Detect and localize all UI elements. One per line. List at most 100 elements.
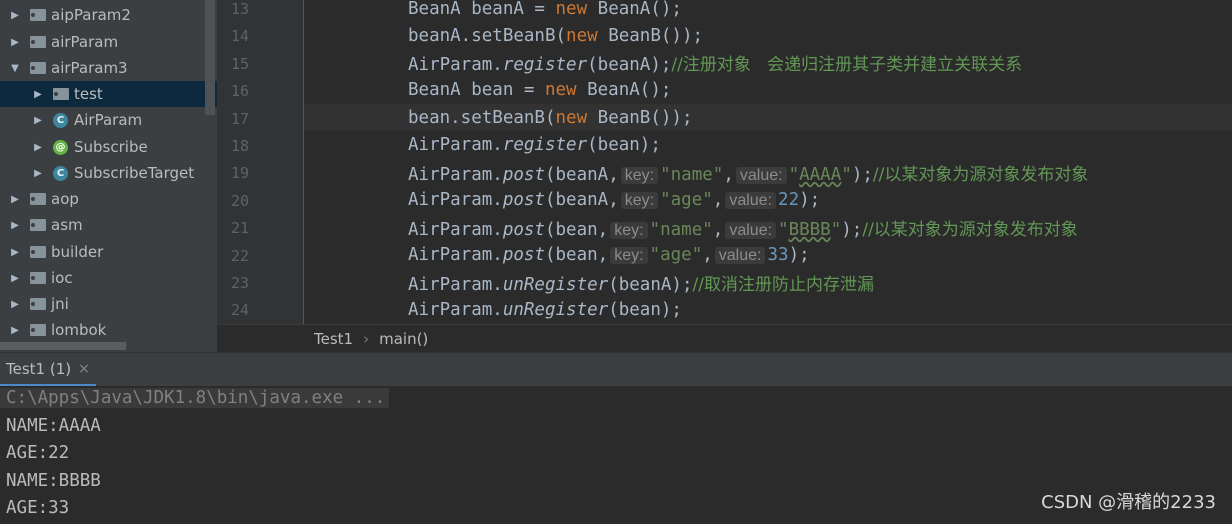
run-tab-bar: Test1 (1) × [0, 352, 1232, 387]
tree-item-subscribetarget[interactable]: ▶ C SubscribeTarget [0, 160, 217, 186]
package-folder-icon [30, 9, 46, 21]
tree-item-label: aipParam2 [51, 6, 131, 24]
code-line[interactable]: AirParam.post(beanA, key: "name", value: "AA… [304, 159, 1232, 186]
tree-item-airparam3[interactable]: ▼ airParam3 [0, 55, 217, 81]
code-line[interactable]: BeanA bean = new BeanA(); [304, 76, 1232, 103]
chevron-right-icon[interactable]: ▶ [33, 115, 43, 126]
code-token: (beanA); [608, 275, 693, 295]
tree-item-label: jni [51, 295, 69, 313]
chevron-right-icon[interactable]: ▶ [10, 247, 20, 258]
chevron-right-icon[interactable]: ▶ [10, 220, 20, 231]
code-line[interactable]: AirParam.register(beanA);//注册对象 会递归注册其子类… [304, 49, 1232, 76]
tree-item-lombok[interactable]: ▶ lombok [0, 317, 217, 343]
run-tab-test1[interactable]: Test1 (1) × [0, 353, 96, 387]
console-output-line: AGE:22 [6, 443, 70, 463]
breadcrumb-separator: › [363, 330, 370, 348]
tree-item-aop[interactable]: ▶ aop [0, 186, 217, 212]
tree-item-jni[interactable]: ▶ jni [0, 291, 217, 317]
tree-item-label: airParam3 [51, 59, 128, 77]
code-token: , [723, 165, 734, 185]
code-line[interactable]: BeanA beanA = new BeanA(); [304, 0, 1232, 22]
code-token: AirParam. [408, 220, 503, 240]
code-token: BeanB()); [587, 107, 693, 128]
breadcrumb-method[interactable]: main() [379, 330, 428, 348]
package-folder-icon [30, 219, 46, 231]
code-token: bean.setBeanB( [408, 107, 556, 128]
string-token: BBBB [788, 220, 831, 240]
code-token: BeanB()); [597, 25, 704, 46]
console-output-line: AGE:33 [6, 498, 70, 518]
watermark: CSDN @滑稽的2233 [1041, 492, 1216, 513]
string-token: " [841, 165, 852, 185]
chevron-right-icon[interactable]: ▶ [10, 299, 20, 310]
chevron-right-icon[interactable]: ▶ [10, 273, 20, 284]
chevron-right-icon[interactable]: ▶ [33, 89, 43, 100]
code-token: BeanA beanA = [408, 0, 556, 19]
code-line[interactable]: AirParam.post(bean, key: "name", value: "BBB… [304, 214, 1232, 241]
code-token: ); [851, 165, 873, 185]
code-token: AirParam. [408, 134, 503, 155]
tree-vertical-scrollbar[interactable] [205, 0, 215, 115]
console-command-line[interactable]: C:\Apps\Java\JDK1.8\bin\java.exe ... [0, 388, 390, 408]
tree-item-label: test [74, 85, 103, 103]
number-token: 22 [778, 189, 800, 210]
method-token: unRegister [502, 275, 609, 295]
method-token: post [502, 220, 545, 240]
tree-item-aipparam2[interactable]: ▶ aipParam2 [0, 2, 217, 28]
string-token: " [788, 165, 800, 185]
code-token: BeanA(); [576, 79, 672, 100]
code-line[interactable]: AirParam.unRegister(beanA);//取消注册防止内存泄漏 [304, 269, 1232, 296]
tree-item-airparam-class[interactable]: ▶ C AirParam [0, 107, 217, 133]
breadcrumb: Test1 › main() [217, 324, 1232, 353]
code-token: (bean, [544, 244, 609, 265]
chevron-right-icon[interactable]: ▶ [33, 142, 43, 153]
code-line[interactable]: AirParam.unRegister(bean); [304, 296, 1232, 323]
line-number: 23 [230, 274, 249, 292]
code-line[interactable]: AirParam.post(beanA, key: "age", value: 22); [304, 186, 1232, 213]
code-token: AirParam. [408, 189, 503, 210]
string-token: "age" [649, 244, 703, 265]
chevron-right-icon[interactable]: ▶ [10, 37, 20, 48]
tree-item-builder[interactable]: ▶ builder [0, 239, 217, 265]
package-folder-icon [53, 88, 69, 100]
keyword-token: new [566, 25, 598, 46]
chevron-right-icon[interactable]: ▶ [10, 194, 20, 205]
chevron-right-icon[interactable]: ▶ [33, 168, 43, 179]
code-line-current[interactable]: bean.setBeanB(new BeanB()); [304, 104, 1232, 131]
tree-item-asm[interactable]: ▶ asm [0, 212, 217, 238]
code-line[interactable]: AirParam.register(bean); [304, 131, 1232, 158]
chevron-down-icon[interactable]: ▼ [10, 63, 20, 74]
method-token: register [502, 55, 588, 75]
code-line[interactable]: AirParam.post(bean, key: "age", value: 33); [304, 241, 1232, 268]
number-token: 33 [767, 244, 789, 265]
breadcrumb-class[interactable]: Test1 [314, 330, 353, 348]
line-number: 19 [230, 164, 249, 182]
keyword-token: new [555, 107, 588, 128]
package-folder-icon [30, 298, 46, 310]
tree-item-test[interactable]: ▶ test [0, 81, 217, 107]
code-token: (bean, [544, 220, 609, 240]
run-console[interactable]: C:\Apps\Java\JDK1.8\bin\java.exe ... NAM… [0, 386, 1232, 524]
line-number: 14 [230, 27, 249, 45]
tree-item-label: SubscribeTarget [74, 164, 195, 182]
chevron-right-icon[interactable]: ▶ [10, 325, 20, 336]
run-tab-label: Test1 (1) [6, 359, 72, 378]
chevron-right-icon[interactable]: ▶ [10, 10, 20, 21]
method-token: post [502, 189, 545, 210]
code-line[interactable]: beanA.setBeanB(new BeanB()); [304, 22, 1232, 49]
code-token: (bean); [587, 134, 661, 155]
tree-horizontal-scrollbar[interactable] [0, 342, 126, 350]
code-token: AirParam. [408, 299, 503, 320]
close-icon[interactable]: × [78, 361, 90, 377]
line-number: 24 [230, 301, 249, 319]
code-editor[interactable]: BeanA beanA = new BeanA(); beanA.setBean… [304, 0, 1232, 324]
parameter-hint: value: [714, 246, 766, 264]
parameter-hint: key: [620, 167, 659, 184]
tree-item-ioc[interactable]: ▶ ioc [0, 265, 217, 291]
tree-item-label: asm [51, 216, 83, 234]
tree-item-subscribe[interactable]: ▶ @ Subscribe [0, 134, 217, 160]
tree-item-airparam[interactable]: ▶ airParam [0, 29, 217, 55]
code-token: AirParam. [408, 165, 503, 185]
line-number: 17 [230, 110, 249, 128]
parameter-hint: value: [725, 222, 777, 239]
